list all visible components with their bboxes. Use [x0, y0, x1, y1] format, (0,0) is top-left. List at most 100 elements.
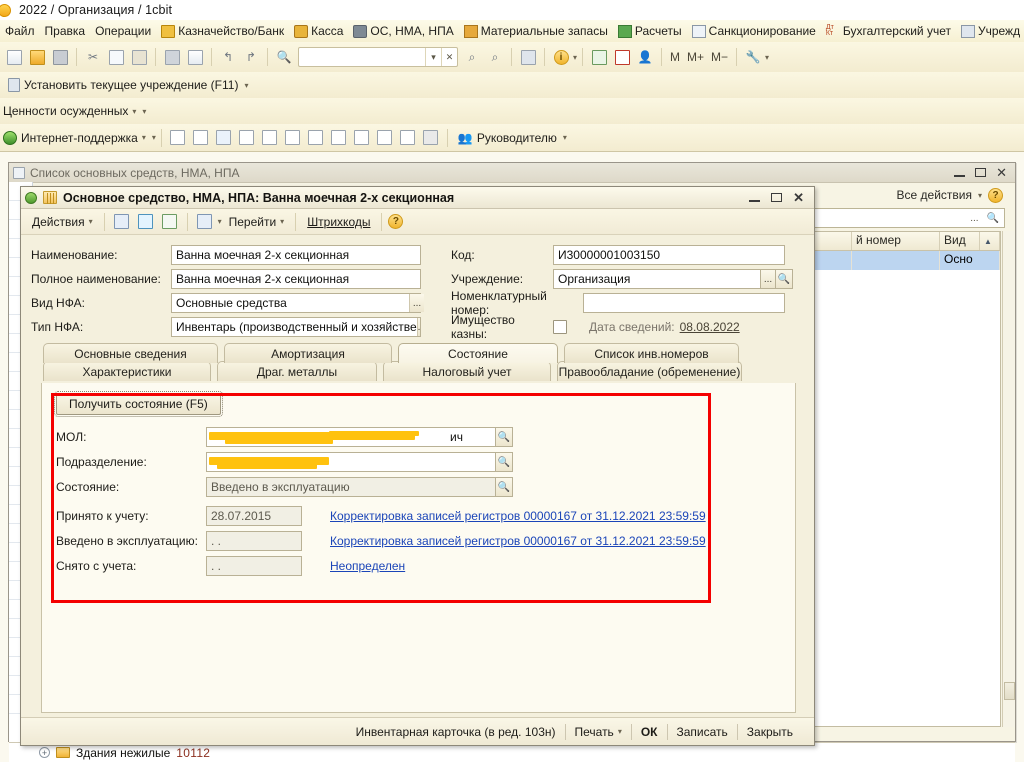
- maximize-icon[interactable]: [975, 168, 987, 177]
- menu-sanctioning[interactable]: Санкционирование: [687, 22, 821, 41]
- dots-button[interactable]: ...: [967, 213, 981, 224]
- close-icon[interactable]: ✕: [996, 166, 1007, 179]
- minimize-icon[interactable]: [749, 199, 761, 202]
- chevron-down-icon[interactable]: ▾: [89, 217, 93, 226]
- values-toolbar[interactable]: Ценности осужденных ▾ ▾: [0, 98, 1024, 124]
- tabs-row-2[interactable]: Характеристики Драг. металлы Налоговый у…: [43, 361, 742, 381]
- menu-institution[interactable]: Учрежд: [956, 22, 1024, 41]
- report-add-t-icon[interactable]: [328, 127, 350, 149]
- accepted-date-input[interactable]: 28.07.2015: [206, 506, 302, 526]
- settings-caret-icon[interactable]: ▾: [765, 53, 769, 62]
- menu-fixed-assets[interactable]: ОС, НМА, НПА: [348, 22, 458, 41]
- tab-ownership[interactable]: Правообладание (обременение): [557, 361, 742, 381]
- state-select-icon[interactable]: 🔍: [495, 477, 513, 497]
- chevron-down-icon[interactable]: ▾: [132, 107, 136, 116]
- get-state-button[interactable]: Получить состояние (F5): [54, 391, 223, 417]
- chief-button[interactable]: 👥 Руководителю: [453, 130, 562, 146]
- maximize-icon[interactable]: [771, 193, 783, 202]
- help-icon[interactable]: ?: [388, 214, 404, 229]
- ok-button[interactable]: ОК: [632, 722, 667, 742]
- report-doc-t-icon[interactable]: [282, 127, 304, 149]
- accepted-document-link[interactable]: Корректировка записей регистров 00000167…: [330, 509, 706, 523]
- commissioned-date-input[interactable]: . .: [206, 531, 302, 551]
- menu-operations[interactable]: Операции: [90, 22, 156, 41]
- print-icon[interactable]: [161, 46, 183, 68]
- commissioned-document-link[interactable]: Корректировка записей регистров 00000167…: [330, 534, 706, 548]
- go-to-icon[interactable]: [194, 211, 216, 233]
- mol-select-icon[interactable]: 🔍: [495, 427, 513, 447]
- report-k-sum-icon[interactable]: [374, 127, 396, 149]
- menu-file[interactable]: Файл: [0, 22, 40, 41]
- institution-input[interactable]: Организация: [553, 269, 761, 289]
- nomenclature-input[interactable]: [583, 293, 785, 313]
- institution-choose-button[interactable]: ...: [760, 269, 776, 289]
- tab-precious-metals[interactable]: Драг. металлы: [217, 361, 377, 381]
- treasury-checkbox[interactable]: [553, 320, 567, 334]
- chevron-down-icon[interactable]: ▾: [280, 217, 284, 226]
- main-menu-bar[interactable]: Файл Правка Операции Казначейство/Банк К…: [0, 20, 1024, 42]
- close-icon[interactable]: ✕: [441, 48, 457, 66]
- report-add-icon[interactable]: [213, 127, 235, 149]
- full-name-input[interactable]: Ванна моечная 2-х секционная: [171, 269, 421, 289]
- institution-caret-icon[interactable]: ▾: [244, 81, 248, 90]
- chevron-down-icon[interactable]: ▾: [425, 48, 441, 66]
- close-button[interactable]: Закрыть: [738, 722, 802, 742]
- removed-date-input[interactable]: . .: [206, 556, 302, 576]
- scrollbar-thumb[interactable]: [1004, 682, 1015, 700]
- open-folder-icon[interactable]: [26, 46, 48, 68]
- tab-tax-accounting[interactable]: Налоговый учет: [383, 361, 551, 381]
- report-sum-icon[interactable]: [167, 127, 189, 149]
- code-input[interactable]: И30000001003150: [553, 245, 785, 265]
- search-next-icon[interactable]: ⌕: [461, 46, 483, 68]
- column-header-kind[interactable]: Вид: [940, 232, 980, 250]
- search-input[interactable]: ▾ ✕: [298, 47, 458, 67]
- sort-asc-icon[interactable]: ▲: [980, 232, 1000, 250]
- refresh-icon[interactable]: [135, 211, 157, 233]
- report-doc-list-icon[interactable]: [305, 127, 327, 149]
- menu-accounting[interactable]: Дт Кт Бухгалтерский учет: [821, 22, 956, 41]
- report-person-list-icon[interactable]: [259, 127, 281, 149]
- copy-icon[interactable]: [105, 46, 127, 68]
- tab-characteristics[interactable]: Характеристики: [43, 361, 211, 381]
- new-document-icon[interactable]: [3, 46, 25, 68]
- column-header-number[interactable]: й номер: [852, 232, 940, 250]
- dialog-toolbar[interactable]: Действия ▾ ▾ Перейти ▾ Штрихкоды ?: [21, 209, 814, 235]
- calendar-icon[interactable]: [611, 46, 633, 68]
- nfa-type-input[interactable]: Инвентарь (производственный и хозяйстве …: [171, 317, 421, 337]
- values-caret-icon[interactable]: ▾: [142, 107, 146, 116]
- division-select-icon[interactable]: 🔍: [495, 452, 513, 472]
- tabs-row-1[interactable]: Основные сведения Амортизация Состояние …: [43, 343, 739, 363]
- removed-document-link[interactable]: Неопределен: [330, 559, 405, 573]
- go-back-icon[interactable]: [111, 211, 133, 233]
- undo-icon[interactable]: ↰: [217, 46, 239, 68]
- goto-caret-icon[interactable]: ▾: [218, 217, 222, 226]
- search-icon[interactable]: 🔍: [984, 213, 1002, 224]
- institution-toolbar[interactable]: Установить текущее учреждение (F11) ▾: [0, 72, 1024, 98]
- division-input[interactable]: [206, 452, 496, 472]
- help-icon[interactable]: ?: [988, 187, 1003, 203]
- goto-menu-button[interactable]: Перейти ▾: [224, 214, 290, 230]
- print-button[interactable]: Печать ▾: [566, 722, 631, 742]
- expand-plus-icon[interactable]: +: [39, 747, 50, 758]
- dialog-footer[interactable]: Инвентарная карточка (в ред. 103н) Печат…: [21, 717, 814, 745]
- search-prev-icon[interactable]: ⌕: [484, 46, 506, 68]
- nfa-kind-input[interactable]: Основные средства ...: [171, 293, 424, 313]
- wrench-icon[interactable]: 🔧: [742, 46, 764, 68]
- barcodes-button[interactable]: Штрихкоды: [302, 214, 375, 230]
- dialog-tabstrip[interactable]: Характеристики Драг. металлы Налоговый у…: [31, 343, 804, 385]
- memory-add-button[interactable]: M+: [684, 50, 707, 64]
- mol-input[interactable]: ич: [206, 427, 496, 447]
- chief-caret-icon[interactable]: ▾: [563, 133, 567, 142]
- redo-icon[interactable]: ↱: [240, 46, 262, 68]
- menu-cash[interactable]: Касса: [289, 22, 348, 41]
- minimize-icon[interactable]: [954, 174, 966, 177]
- calculator-icon[interactable]: [588, 46, 610, 68]
- state-input[interactable]: Введено в эксплуатацию: [206, 477, 496, 497]
- chevron-down-icon[interactable]: ▾: [618, 727, 622, 736]
- support-toolbar[interactable]: Интернет-поддержка ▾ ▾ 👥 Руководителю ▾: [0, 124, 1024, 152]
- tab-state[interactable]: Состояние: [398, 343, 558, 363]
- menu-materials[interactable]: Материальные запасы: [459, 22, 613, 41]
- report-t-icon[interactable]: [190, 127, 212, 149]
- chevron-down-icon[interactable]: ▾: [978, 191, 982, 200]
- tab-inventory-numbers[interactable]: Список инв.номеров: [564, 343, 739, 363]
